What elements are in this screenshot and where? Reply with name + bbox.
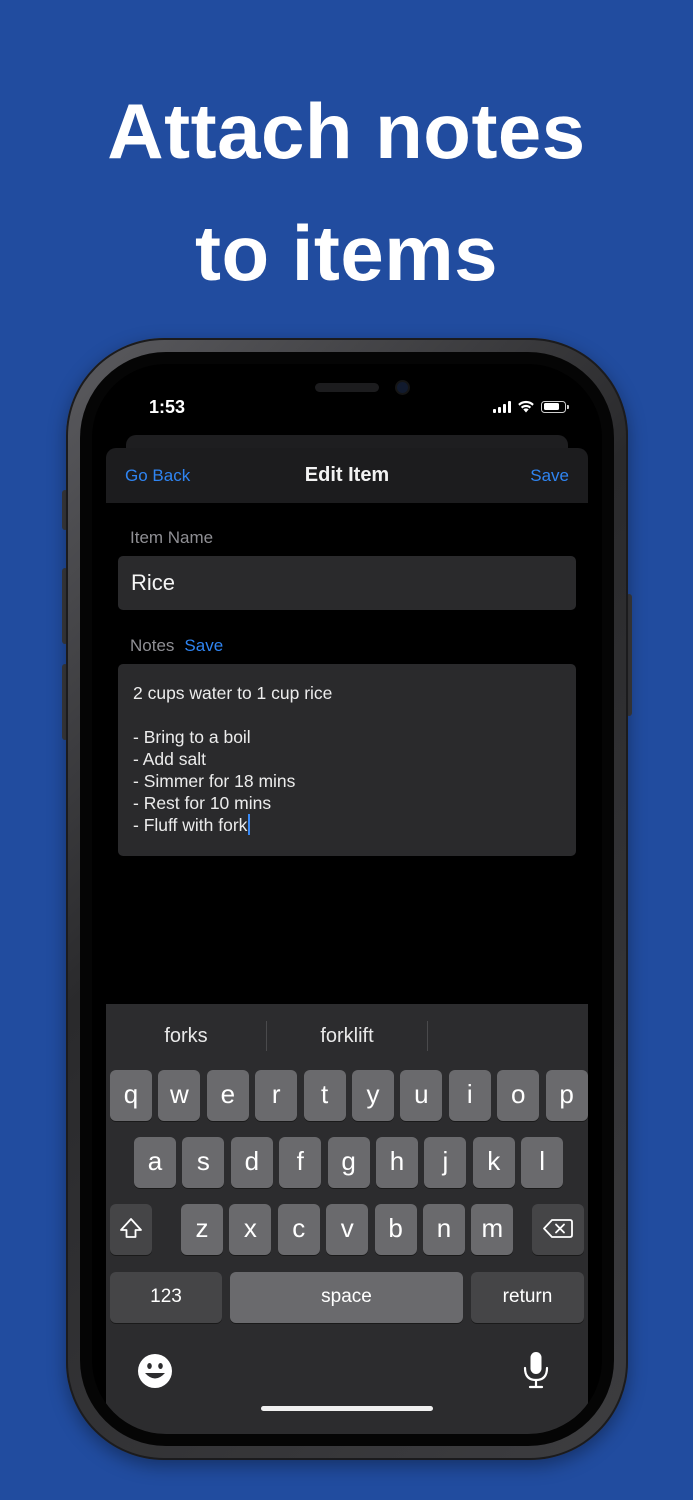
return-key[interactable]: return bbox=[471, 1272, 584, 1323]
notes-label-row: Notes Save bbox=[130, 636, 223, 656]
key-u[interactable]: u bbox=[400, 1070, 443, 1121]
notes-save-button[interactable]: Save bbox=[184, 636, 223, 655]
key-i[interactable]: i bbox=[448, 1070, 491, 1121]
key-c[interactable]: c bbox=[277, 1204, 320, 1255]
notes-line: - Fluff with fork bbox=[133, 815, 248, 835]
delete-key[interactable] bbox=[532, 1204, 584, 1255]
key-l[interactable]: l bbox=[521, 1137, 564, 1188]
suggestion-divider bbox=[427, 1021, 428, 1051]
home-indicator bbox=[261, 1406, 433, 1411]
numbers-key[interactable]: 123 bbox=[110, 1272, 222, 1323]
key-k[interactable]: k bbox=[472, 1137, 515, 1188]
page-title: Edit Item bbox=[304, 464, 390, 486]
notes-line bbox=[133, 704, 561, 726]
key-e[interactable]: e bbox=[206, 1070, 249, 1121]
suggestion-2[interactable]: forklift bbox=[267, 1025, 427, 1048]
key-f[interactable]: f bbox=[279, 1137, 322, 1188]
notes-line: - Simmer for 18 mins bbox=[133, 771, 296, 791]
suggestion-1[interactable]: forks bbox=[106, 1025, 266, 1048]
key-z[interactable]: z bbox=[181, 1204, 223, 1255]
key-q[interactable]: q bbox=[110, 1070, 152, 1121]
key-n[interactable]: n bbox=[423, 1204, 465, 1255]
microphone-icon[interactable] bbox=[522, 1351, 550, 1389]
status-icons bbox=[493, 400, 569, 413]
key-a[interactable]: a bbox=[134, 1137, 176, 1188]
status-time: 1:53 bbox=[149, 397, 186, 417]
key-w[interactable]: w bbox=[158, 1070, 201, 1121]
key-s[interactable]: s bbox=[182, 1137, 225, 1188]
emoji-icon[interactable] bbox=[137, 1353, 173, 1389]
key-v[interactable]: v bbox=[326, 1204, 369, 1255]
notes-line: 2 cups water to 1 cup rice bbox=[133, 683, 333, 703]
front-camera bbox=[397, 382, 408, 393]
notes-line-last: - Fluff with fork bbox=[133, 814, 561, 836]
key-x[interactable]: x bbox=[229, 1204, 272, 1255]
text-cursor bbox=[248, 814, 251, 835]
key-y[interactable]: y bbox=[352, 1070, 394, 1121]
key-d[interactable]: d bbox=[230, 1137, 273, 1188]
battery-icon bbox=[541, 400, 569, 413]
notes-textarea[interactable]: 2 cups water to 1 cup rice - Bring to a … bbox=[118, 664, 576, 856]
backspace-icon bbox=[543, 1219, 573, 1238]
shift-key[interactable] bbox=[110, 1204, 152, 1255]
notes-line: - Add salt bbox=[133, 749, 206, 769]
key-o[interactable]: o bbox=[497, 1070, 540, 1121]
key-b[interactable]: b bbox=[374, 1204, 417, 1255]
key-p[interactable]: p bbox=[545, 1070, 588, 1121]
key-h[interactable]: h bbox=[376, 1137, 418, 1188]
notes-label: Notes bbox=[130, 636, 175, 655]
headline: Attach notes to items bbox=[0, 70, 693, 314]
shift-icon bbox=[120, 1218, 142, 1238]
item-name-input[interactable]: Rice bbox=[118, 556, 576, 610]
navigation-bar: Go Back Edit Item Save bbox=[106, 448, 588, 503]
key-m[interactable]: m bbox=[471, 1204, 514, 1255]
key-r[interactable]: r bbox=[255, 1070, 298, 1121]
wifi-icon bbox=[518, 400, 534, 413]
go-back-button[interactable]: Go Back bbox=[125, 448, 190, 503]
space-key[interactable]: space bbox=[230, 1272, 463, 1323]
cellular-signal-icon bbox=[493, 400, 511, 413]
item-name-label: Item Name bbox=[130, 528, 214, 547]
save-button[interactable]: Save bbox=[530, 448, 569, 503]
keyboard: forks forklift qwertyuiop asdfghjkl zxcv… bbox=[106, 1004, 588, 1434]
phone-screen: 1:53 Go Back Edit Item Save Item Name Ri… bbox=[92, 364, 602, 1434]
headline-line-2: to items bbox=[194, 209, 499, 297]
notes-line: - Rest for 10 mins bbox=[133, 793, 272, 813]
suggestion-bar: forks forklift bbox=[106, 1004, 588, 1068]
key-t[interactable]: t bbox=[303, 1070, 346, 1121]
notes-line: - Bring to a boil bbox=[133, 727, 251, 747]
headline-line-1: Attach notes bbox=[107, 87, 586, 175]
earpiece-speaker bbox=[315, 383, 379, 392]
key-j[interactable]: j bbox=[424, 1137, 467, 1188]
key-g[interactable]: g bbox=[327, 1137, 370, 1188]
